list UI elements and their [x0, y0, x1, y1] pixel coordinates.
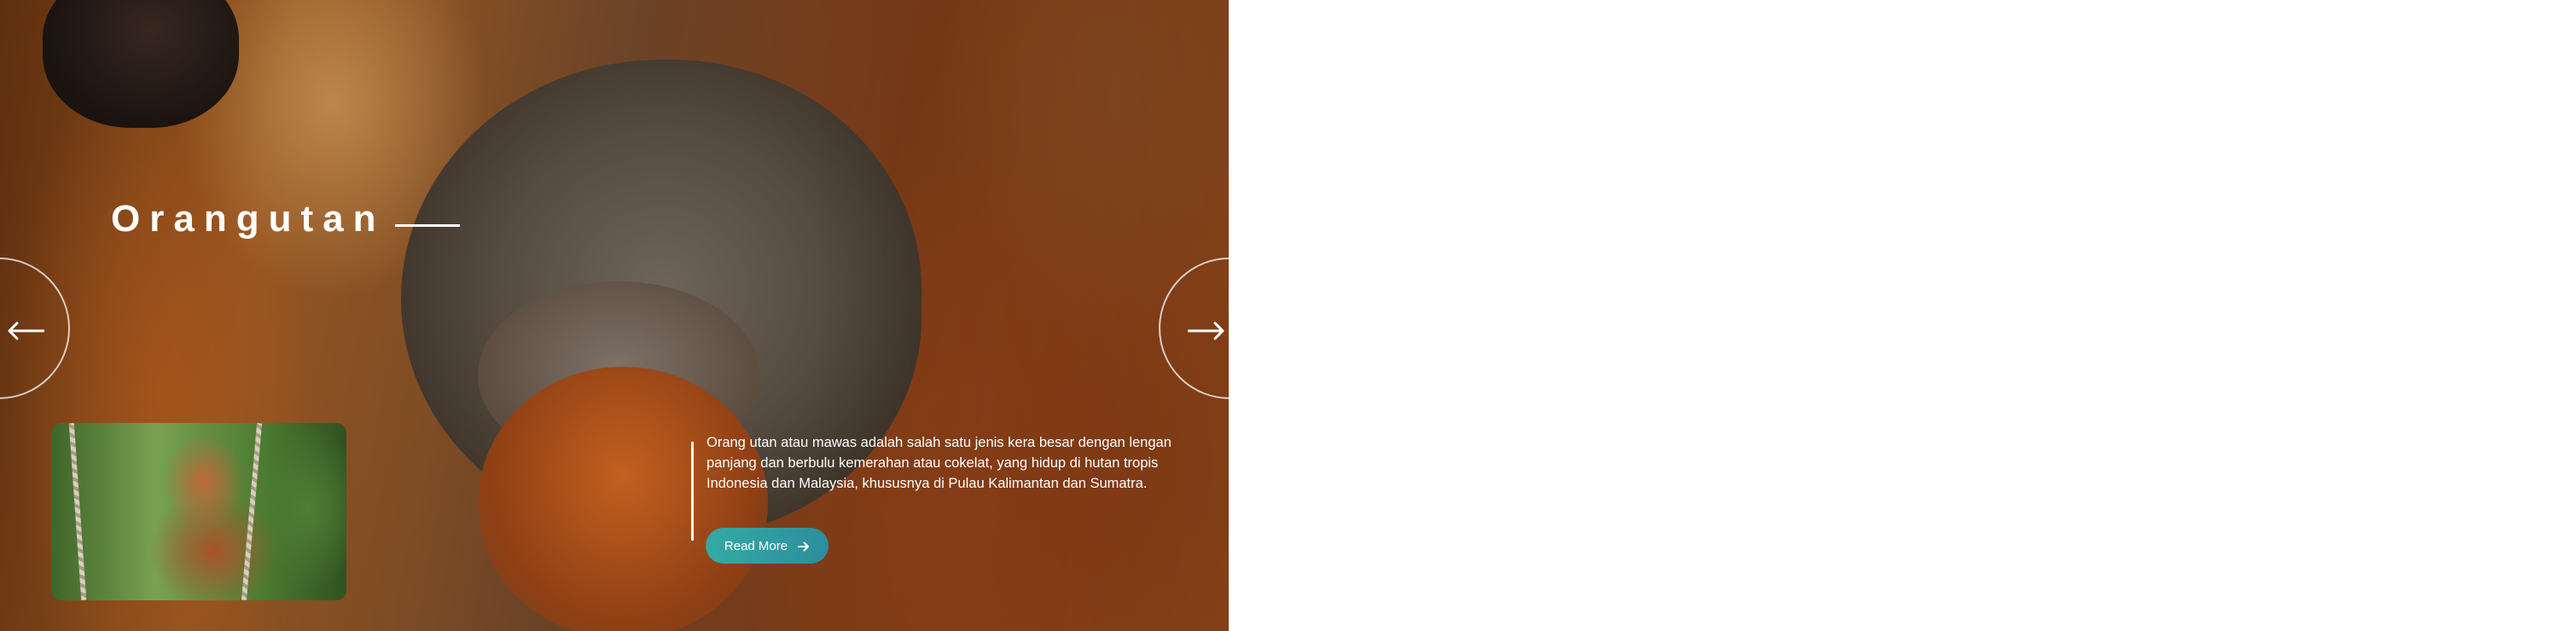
thumbnail-rope: [241, 423, 263, 600]
slide-title: Orangutan: [111, 198, 386, 240]
thumbnail-rope: [68, 423, 87, 600]
arrow-right-icon: [1188, 321, 1225, 340]
title-underline: [395, 224, 460, 227]
slide-description: Orang utan atau mawas adalah salah satu …: [707, 435, 1172, 491]
read-more-label: Read More: [724, 538, 788, 553]
read-more-button[interactable]: Read More: [706, 528, 829, 564]
description-accent-bar: [691, 442, 694, 541]
arrow-right-icon: [798, 541, 810, 552]
slide-thumbnail[interactable]: [51, 423, 346, 600]
hero-slide: Orangutan Orang utan atau mawas adalah s…: [0, 0, 1229, 631]
arrow-left-icon: [7, 321, 44, 340]
